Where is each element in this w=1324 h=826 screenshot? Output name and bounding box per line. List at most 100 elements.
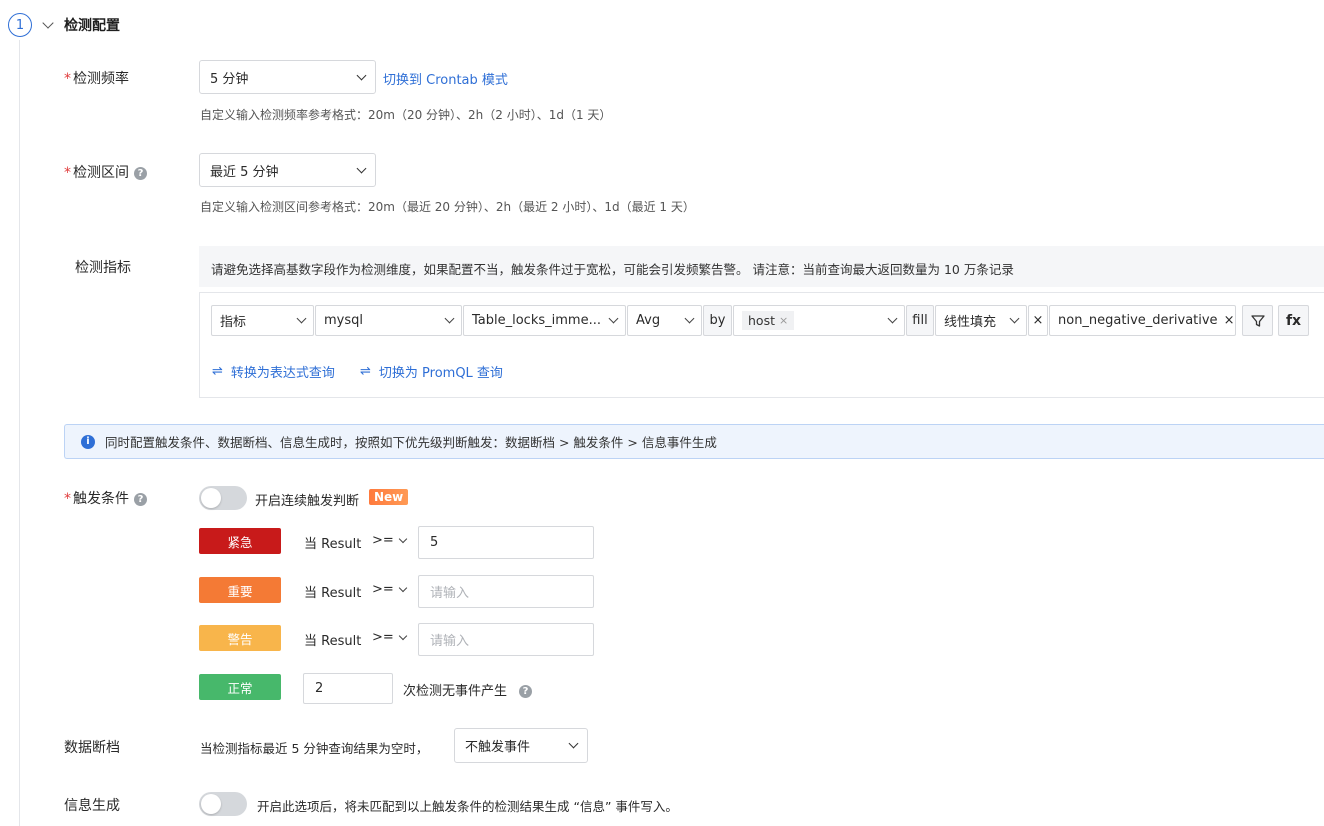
frequency-select[interactable]: 5 分钟: [199, 60, 376, 94]
function-remove-button[interactable]: ×: [1028, 305, 1048, 336]
range-label-text: 检测区间: [73, 165, 129, 181]
chevron-down-icon: [356, 163, 367, 173]
section-title: 检测配置: [64, 18, 120, 34]
help-icon[interactable]: ?: [519, 685, 533, 698]
condition-text: 当 Result: [304, 634, 362, 649]
fx-button[interactable]: fx: [1278, 305, 1309, 336]
warning-threshold-input[interactable]: 请输入: [418, 623, 594, 656]
trigger-label: * 触发条件?: [64, 488, 147, 508]
tag-remove-icon[interactable]: ×: [779, 314, 788, 327]
info-gen-text: 开启此选项后，将未匹配到以上触发条件的检测结果生成 “信息” 事件写入。: [257, 799, 678, 814]
frequency-value: 5 分钟: [210, 71, 249, 87]
continuous-trigger-label: 开启连续触发判断: [255, 494, 360, 509]
clear-icon[interactable]: ×: [1224, 313, 1235, 328]
priority-info-text: 同时配置触发条件、数据断档、信息生成时，按照如下优先级判断触发：数据断档 > 触…: [105, 435, 717, 450]
frequency-label: * 检测频率: [64, 68, 129, 88]
collapse-chevron-icon[interactable]: [42, 17, 54, 29]
operator-select[interactable]: >=: [372, 582, 408, 597]
new-badge: New: [369, 489, 409, 505]
chevron-down-icon: [568, 738, 579, 749]
condition-text: 当 Result: [304, 586, 362, 601]
close-icon: ×: [1032, 313, 1044, 328]
operator-value: >=: [372, 630, 394, 645]
frequency-hint: 自定义输入检测频率参考格式：20m（20 分钟）、2h（2 小时）、1d（1 天…: [200, 108, 612, 122]
convert-promql-link[interactable]: ⇌ 切换为 PromQL 查询: [360, 362, 503, 381]
operator-value: >=: [372, 582, 394, 597]
level-normal-badge: 正常: [199, 674, 281, 700]
continuous-trigger-toggle[interactable]: [199, 486, 247, 510]
step-number: 1: [8, 13, 32, 37]
frequency-label-text: 检测频率: [73, 71, 129, 87]
convert-promql-text: 切换为 PromQL 查询: [378, 366, 503, 381]
range-select[interactable]: 最近 5 分钟: [199, 153, 376, 187]
required-mark: *: [64, 71, 71, 87]
function-field[interactable]: non_negative_derivative ×: [1049, 305, 1236, 336]
chevron-down-icon: [444, 313, 455, 324]
level-critical-badge: 紧急: [199, 528, 281, 554]
info-gen-label: 信息生成: [64, 798, 120, 814]
metric-field-select[interactable]: Table_locks_imme...: [463, 305, 626, 336]
critical-threshold-input[interactable]: 5: [418, 526, 594, 559]
required-mark: *: [64, 165, 71, 181]
level-warning-badge: 警告: [199, 625, 281, 651]
chevron-down-icon: [296, 313, 307, 324]
condition-text: 当 Result: [304, 537, 362, 552]
aggregation-value: Avg: [636, 313, 661, 328]
metric-source-value: mysql: [324, 313, 363, 328]
convert-expression-link[interactable]: ⇌ 转换为表达式查询: [212, 362, 335, 381]
filter-button[interactable]: [1242, 305, 1273, 336]
fill-value: 线性填充: [944, 315, 997, 330]
toggle-knob: [201, 488, 221, 508]
step-line: [19, 40, 20, 826]
metric-type-value: 指标: [220, 315, 247, 330]
by-label-text: by: [709, 313, 726, 328]
normal-suffix: 次检测无事件产生?: [403, 680, 533, 699]
metric-source-select[interactable]: mysql: [315, 305, 462, 336]
level-major-badge: 重要: [199, 577, 281, 603]
operator-select[interactable]: >=: [372, 630, 408, 645]
function-value: non_negative_derivative: [1058, 313, 1218, 328]
metric-label: 检测指标: [75, 260, 131, 276]
chevron-down-icon: [887, 313, 898, 324]
nodata-select[interactable]: 不触发事件: [454, 728, 588, 763]
convert-expression-text: 转换为表达式查询: [230, 366, 335, 381]
nodata-label: 数据断档: [64, 740, 120, 756]
fx-icon: fx: [1285, 312, 1302, 329]
metric-field-value: Table_locks_imme...: [472, 313, 601, 328]
major-threshold-input[interactable]: 请输入: [418, 575, 594, 608]
normal-suffix-text: 次检测无事件产生: [403, 684, 508, 699]
chevron-down-icon: [684, 313, 695, 324]
range-label: * 检测区间?: [64, 162, 147, 182]
metric-warning: 请避免选择高基数字段作为检测维度，如果配置不当，触发条件过于宽松，可能会引发频繁…: [199, 246, 1324, 287]
normal-count-input[interactable]: 2: [303, 673, 393, 704]
aggregation-select[interactable]: Avg: [627, 305, 702, 336]
group-by-select[interactable]: host ×: [733, 305, 905, 336]
fill-label: fill: [906, 305, 934, 336]
help-icon[interactable]: ?: [134, 167, 147, 180]
metric-type-select[interactable]: 指标: [211, 305, 314, 336]
swap-icon: ⇌: [360, 364, 371, 379]
toggle-knob: [201, 794, 221, 814]
fill-select[interactable]: 线性填充: [935, 305, 1027, 336]
operator-value: >=: [372, 533, 394, 548]
help-icon[interactable]: ?: [134, 493, 147, 506]
operator-select[interactable]: >=: [372, 533, 408, 548]
nodata-value: 不触发事件: [465, 740, 531, 755]
group-tag-text: host: [748, 313, 775, 328]
chevron-down-icon: [1009, 313, 1020, 324]
info-gen-toggle[interactable]: [199, 792, 247, 816]
group-tag: host ×: [742, 311, 795, 330]
range-hint: 自定义输入检测区间参考格式：20m（最近 20 分钟）、2h（最近 2 小时）、…: [200, 200, 695, 214]
priority-info-bar: i 同时配置触发条件、数据断档、信息生成时，按照如下优先级判断触发：数据断档 >…: [64, 424, 1324, 459]
required-mark: *: [64, 491, 71, 507]
crontab-switch-link[interactable]: 切换到 Crontab 模式: [383, 69, 508, 88]
filter-icon: [1250, 314, 1265, 327]
by-label: by: [703, 305, 732, 336]
trigger-label-text: 触发条件: [73, 491, 129, 507]
chevron-down-icon: [398, 534, 408, 544]
chevron-down-icon: [356, 70, 367, 80]
chevron-down-icon: [608, 313, 619, 324]
chevron-down-icon: [398, 631, 408, 641]
swap-icon: ⇌: [212, 364, 223, 379]
nodata-text: 当检测指标最近 5 分钟查询结果为空时，: [200, 741, 429, 756]
